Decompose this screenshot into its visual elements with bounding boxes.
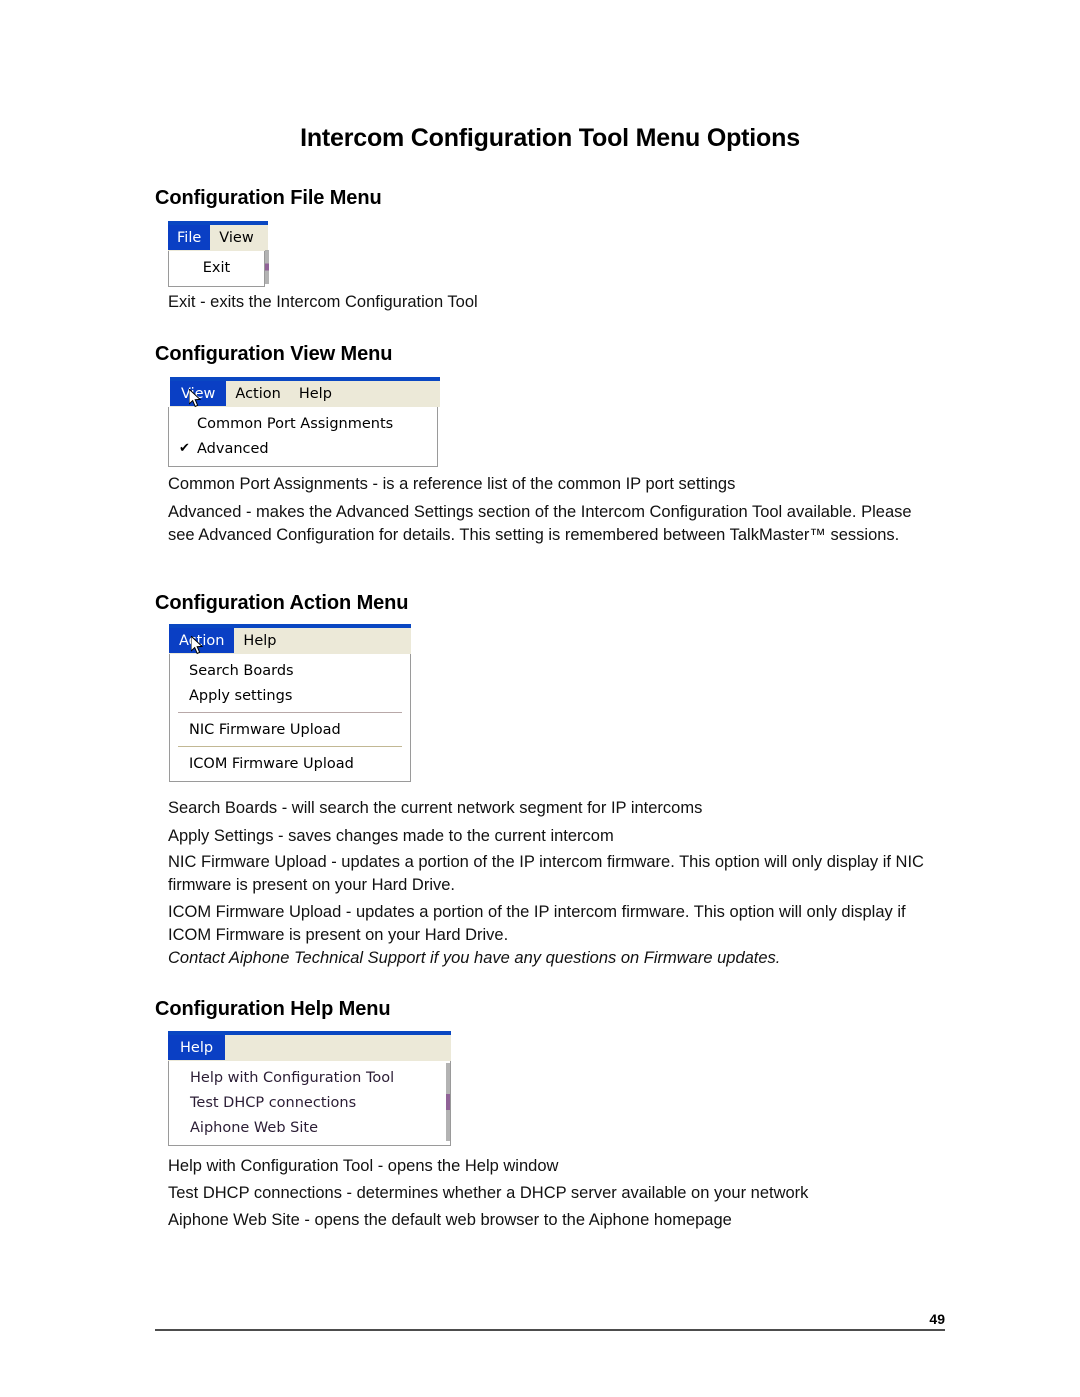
paragraph-test-dhcp-connections: Test DHCP connections - determines wheth… [168, 1184, 809, 1202]
help-menu-dropdown: Help with Configuration Tool Test DHCP c… [168, 1061, 451, 1146]
menu-bar: Action Help [169, 628, 411, 654]
menu-bar: Help [168, 1035, 451, 1061]
menu-bar-item-file[interactable]: File [168, 225, 211, 250]
file-menu-screenshot: File View Exit [168, 221, 268, 287]
view-menu-screenshot: View Action Help ✔ Common Port Assignmen… [168, 377, 440, 467]
menu-bar-filler [340, 381, 440, 406]
menu-item-label: Common Port Assignments [197, 415, 394, 432]
paragraph-advanced-description: Advanced - makes the Advanced Settings s… [168, 503, 912, 544]
menu-bar: View Action Help [170, 381, 440, 407]
menu-item-exit[interactable]: Exit [169, 255, 264, 280]
menu-item-search-boards[interactable]: Search Boards [170, 658, 410, 683]
document-page: Intercom Configuration Tool Menu Options… [0, 0, 1080, 1397]
file-menu-dropdown: Exit [168, 251, 265, 287]
paragraph-contact-support-note: Contact Aiphone Technical Support if you… [168, 949, 781, 967]
section-heading-help-menu: Configuration Help Menu [155, 998, 391, 1020]
action-menu-dropdown: Search Boards Apply settings NIC Firmwar… [169, 654, 411, 782]
page-number: 49 [929, 1311, 945, 1327]
menu-bar-filler [225, 1035, 451, 1060]
section-heading-file-menu: Configuration File Menu [155, 187, 382, 209]
section-heading-view-menu: Configuration View Menu [155, 343, 393, 365]
menu-item-common-port-assignments[interactable]: ✔ Common Port Assignments [169, 411, 437, 436]
action-menu-screenshot: Action Help Search Boards Apply settings… [169, 624, 411, 782]
paragraph-aiphone-web-site: Aiphone Web Site - opens the default web… [168, 1211, 732, 1229]
menu-bar-item-action[interactable]: Action [169, 628, 235, 653]
menu-item-label: Advanced [197, 440, 269, 457]
menu-item-aiphone-web-site[interactable]: Aiphone Web Site [169, 1115, 450, 1140]
menu-bar-item-view[interactable]: View [210, 225, 262, 250]
menu-item-apply-settings[interactable]: Apply settings [170, 683, 410, 708]
section-heading-action-menu: Configuration Action Menu [155, 592, 409, 614]
paragraph-apply-settings: Apply Settings - saves changes made to t… [168, 827, 614, 845]
paragraph-help-with-configuration-tool: Help with Configuration Tool - opens the… [168, 1157, 559, 1175]
menu-bar: File View [168, 225, 268, 251]
menu-bar-filler [285, 628, 411, 653]
checkmark-icon: ✔ [179, 441, 190, 456]
paragraph-common-port-assignments: Common Port Assignments - is a reference… [168, 475, 736, 493]
view-menu-dropdown: ✔ Common Port Assignments ✔ Advanced [168, 407, 438, 467]
menu-item-nic-firmware-upload[interactable]: NIC Firmware Upload [170, 717, 410, 742]
menu-item-advanced[interactable]: ✔ Advanced [169, 436, 437, 461]
menu-bar-item-help[interactable]: Help [234, 628, 285, 653]
footer-divider [155, 1329, 945, 1331]
menu-bar-item-help[interactable]: Help [290, 381, 341, 406]
menu-bar-item-action[interactable]: Action [226, 381, 289, 406]
menu-item-help-with-configuration-tool[interactable]: Help with Configuration Tool [169, 1065, 450, 1090]
menu-separator [178, 746, 402, 747]
menu-separator [178, 712, 402, 713]
page-title: Intercom Configuration Tool Menu Options [300, 124, 800, 152]
menu-item-test-dhcp-connections[interactable]: Test DHCP connections [169, 1090, 450, 1115]
paragraph-exit-description: Exit - exits the Intercom Configuration … [168, 293, 478, 311]
paragraph-icom-firmware-upload: ICOM Firmware Upload - updates a portion… [168, 903, 906, 944]
capture-edge-artifact [446, 1063, 450, 1141]
help-menu-screenshot: Help Help with Configuration Tool Test D… [168, 1031, 451, 1146]
menu-bar-item-help[interactable]: Help [168, 1035, 226, 1060]
checkmark-placeholder-icon: ✔ [179, 416, 197, 431]
paragraph-nic-firmware-upload: NIC Firmware Upload - updates a portion … [168, 853, 924, 894]
paragraph-search-boards: Search Boards - will search the current … [168, 799, 703, 817]
menu-item-icom-firmware-upload[interactable]: ICOM Firmware Upload [170, 751, 410, 776]
capture-edge-artifact [265, 250, 269, 284]
menu-bar-item-view[interactable]: View [170, 381, 227, 406]
